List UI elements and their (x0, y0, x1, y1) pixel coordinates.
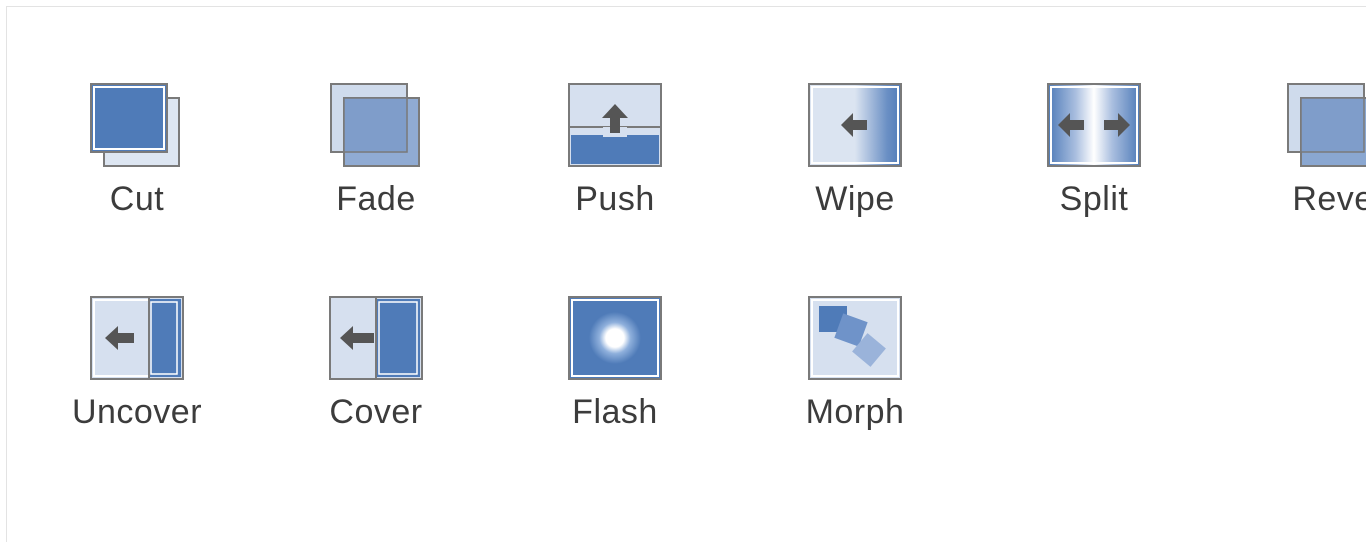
reveal-transition-icon (1287, 83, 1366, 167)
transition-label: Uncover (71, 393, 203, 431)
transition-push[interactable]: Push (530, 81, 700, 261)
transition-label: Push (575, 180, 655, 218)
flash-transition-icon (568, 296, 662, 380)
transition-label: Split (1059, 180, 1129, 218)
transition-label: Wipe (815, 180, 895, 218)
transition-morph[interactable]: Morph (770, 294, 940, 474)
push-transition-icon (568, 83, 662, 167)
split-transition-icon (1047, 83, 1141, 167)
transition-label: Flash (572, 393, 658, 431)
transition-cut[interactable]: Cut (52, 81, 222, 261)
transition-wipe[interactable]: Wipe (770, 81, 940, 261)
transition-gallery: Cut Fade Push Wipe Split Reve Uncover Co… (6, 6, 1366, 542)
cut-transition-icon (90, 83, 180, 167)
transition-reveal[interactable]: Reve (1248, 81, 1366, 261)
transition-label: Cover (329, 393, 423, 431)
transition-label: Cut (109, 180, 165, 218)
transition-label: Reve (1292, 180, 1366, 218)
transition-uncover[interactable]: Uncover (52, 294, 222, 474)
uncover-transition-icon (90, 296, 184, 380)
morph-transition-icon (808, 296, 902, 380)
wipe-transition-icon (808, 83, 902, 167)
transition-fade[interactable]: Fade (291, 81, 461, 261)
transition-split[interactable]: Split (1009, 81, 1179, 261)
transition-cover[interactable]: Cover (291, 294, 461, 474)
transition-label: Fade (336, 180, 416, 218)
transition-flash[interactable]: Flash (530, 294, 700, 474)
transition-label: Morph (805, 393, 905, 431)
fade-transition-icon (330, 83, 420, 167)
cover-transition-icon (329, 296, 423, 380)
